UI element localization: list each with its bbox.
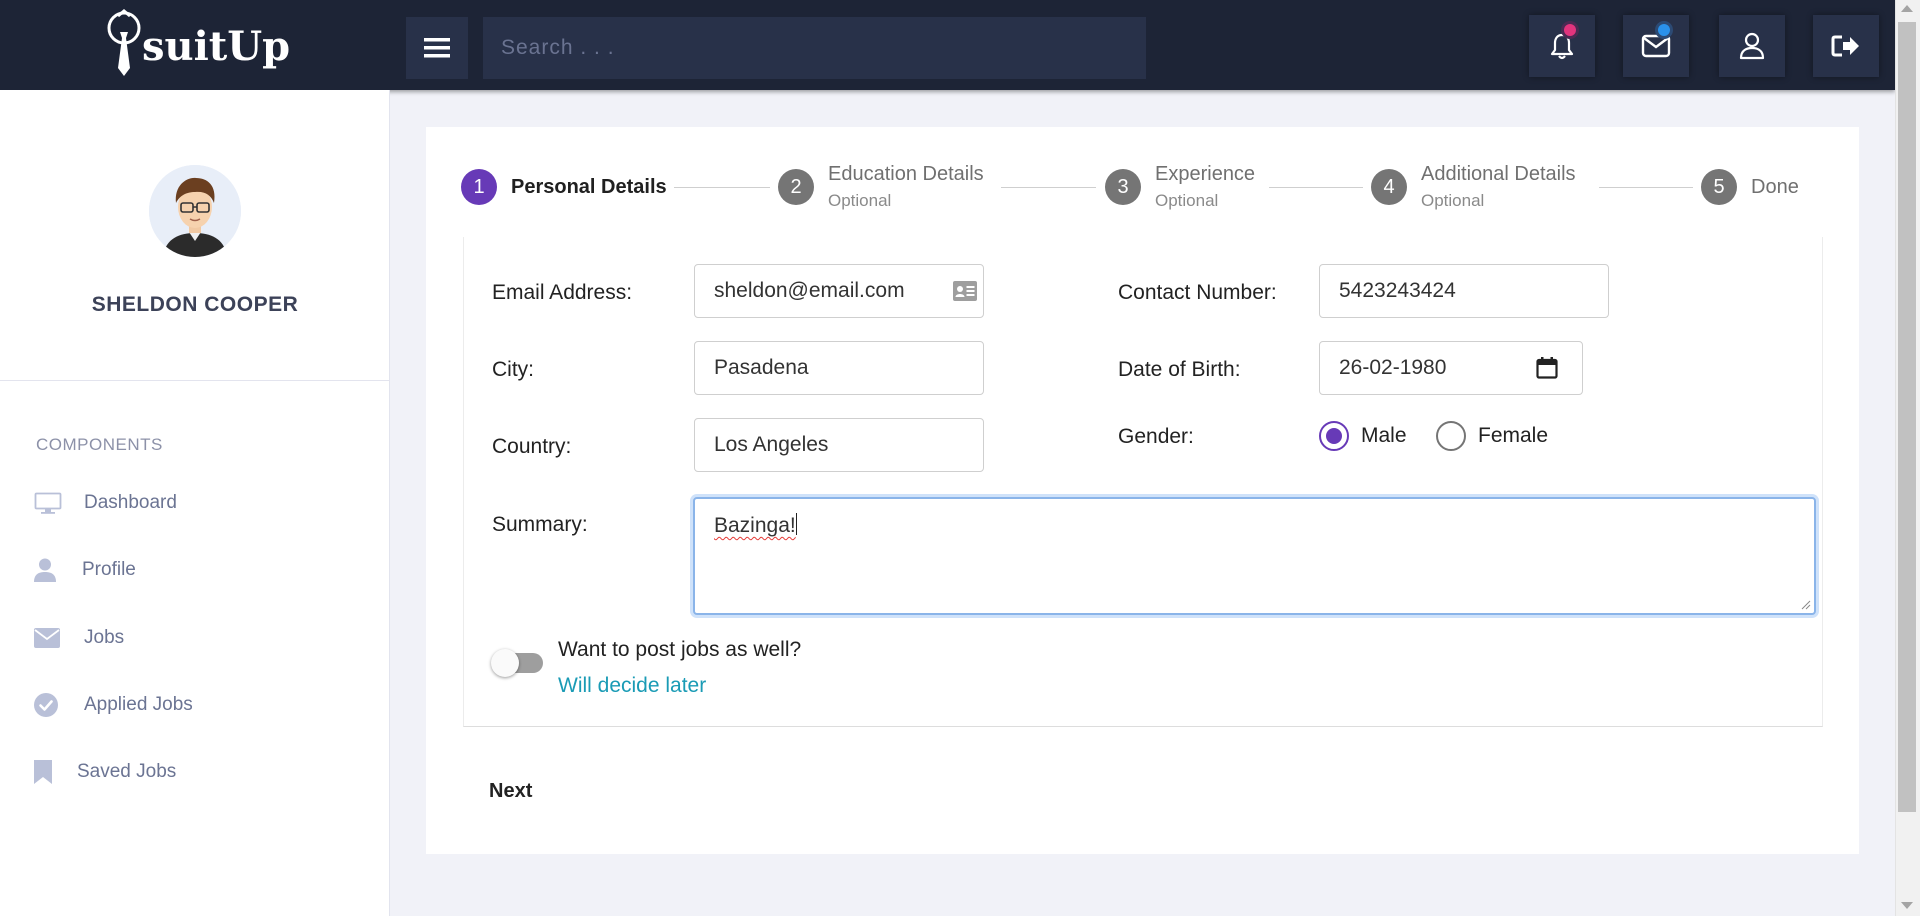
scroll-up-arrow-icon[interactable] xyxy=(1901,5,1913,12)
country-value: Los Angeles xyxy=(714,433,829,456)
avatar[interactable] xyxy=(149,165,241,257)
sidebar-item-label: Applied Jobs xyxy=(84,694,193,715)
step-label: Additional Details xyxy=(1421,163,1576,185)
gender-radio-female[interactable]: Female xyxy=(1436,421,1548,451)
sidebar-item-saved-jobs[interactable]: Saved Jobs xyxy=(34,754,176,790)
radio-unselected-icon xyxy=(1436,421,1466,451)
menu-toggle-button[interactable] xyxy=(406,17,468,79)
sidebar-item-applied-jobs[interactable]: Applied Jobs xyxy=(34,687,193,723)
step-optional-label: Optional xyxy=(1421,191,1485,210)
messages-button[interactable] xyxy=(1623,15,1689,77)
logout-icon xyxy=(1831,35,1859,57)
logout-button[interactable] xyxy=(1813,15,1879,77)
dob-value: 26-02-1980 xyxy=(1339,356,1447,379)
city-value: Pasadena xyxy=(714,356,809,379)
gender-label: Gender: xyxy=(1118,425,1194,448)
stepper: 1 Personal Details 2 Education Details O… xyxy=(461,157,1841,217)
message-dot xyxy=(1658,24,1670,36)
step-number: 5 xyxy=(1701,169,1737,205)
toggle-knob xyxy=(491,649,519,677)
date-of-birth-field[interactable]: 26-02-1980 xyxy=(1319,341,1583,395)
dob-label: Date of Birth: xyxy=(1118,358,1241,381)
search-input[interactable] xyxy=(483,17,1146,79)
contact-number-field[interactable]: 5423243424 xyxy=(1319,264,1609,318)
step-number: 4 xyxy=(1371,169,1407,205)
country-field[interactable]: Los Angeles xyxy=(694,418,984,472)
envelope-icon xyxy=(34,628,84,648)
post-jobs-toggle[interactable] xyxy=(491,645,545,677)
step-number: 2 xyxy=(778,169,814,205)
radio-selected-icon xyxy=(1319,421,1349,451)
registration-card: 1 Personal Details 2 Education Details O… xyxy=(426,127,1859,854)
menu-icon xyxy=(424,38,450,58)
top-navbar: suitUp xyxy=(0,0,1895,90)
bookmark-icon xyxy=(34,760,77,784)
step-number: 3 xyxy=(1105,169,1141,205)
step-label: Personal Details xyxy=(511,175,667,198)
sidebar: SHELDON COOPER COMPONENTS Dashboard Prof… xyxy=(0,90,390,916)
bell-icon xyxy=(1550,33,1574,60)
step-done[interactable]: 5 Done xyxy=(1701,157,1799,217)
notifications-button[interactable] xyxy=(1529,15,1595,77)
scrollbar-thumb[interactable] xyxy=(1898,22,1916,812)
user-account-button[interactable] xyxy=(1719,15,1785,77)
person-icon xyxy=(34,558,82,582)
scroll-down-arrow-icon[interactable] xyxy=(1901,902,1913,909)
summary-textarea[interactable]: Bazinga! xyxy=(693,497,1816,615)
step-education-details[interactable]: 2 Education Details Optional xyxy=(778,157,984,217)
step-optional-label: Optional xyxy=(1155,191,1219,210)
monitor-icon xyxy=(34,492,84,514)
step-label: Education Details xyxy=(828,163,984,185)
brand-logo[interactable]: suitUp xyxy=(104,8,290,80)
step-personal-details[interactable]: 1 Personal Details xyxy=(461,157,667,217)
post-jobs-state-link[interactable]: Will decide later xyxy=(558,674,706,698)
tie-logo-icon xyxy=(104,8,148,80)
step-label: Done xyxy=(1751,175,1799,198)
sidebar-item-label: Saved Jobs xyxy=(77,761,177,782)
step-optional-label: Optional xyxy=(828,191,892,210)
sidebar-item-jobs[interactable]: Jobs xyxy=(34,620,124,656)
step-connector xyxy=(1269,187,1363,188)
email-label: Email Address: xyxy=(492,281,633,304)
country-label: Country: xyxy=(492,435,572,458)
sidebar-item-profile[interactable]: Profile xyxy=(34,552,136,588)
text-cursor xyxy=(795,513,797,535)
email-field[interactable]: sheldon@email.com xyxy=(694,264,984,318)
contact-card-icon xyxy=(953,281,977,307)
sidebar-item-label: Jobs xyxy=(84,627,125,648)
summary-label: Summary: xyxy=(492,513,588,536)
envelope-icon xyxy=(1641,34,1671,58)
notification-dot xyxy=(1564,24,1576,36)
sidebar-divider xyxy=(0,380,390,381)
step-additional-details[interactable]: 4 Additional Details Optional xyxy=(1371,157,1576,217)
sidebar-section-label: COMPONENTS xyxy=(36,435,163,454)
step-connector xyxy=(674,187,770,188)
post-jobs-question: Want to post jobs as well? xyxy=(558,638,802,661)
calendar-icon[interactable] xyxy=(1536,357,1558,385)
radio-label: Male xyxy=(1361,424,1407,447)
next-button[interactable]: Next xyxy=(489,780,532,803)
gender-radio-male[interactable]: Male xyxy=(1319,421,1407,451)
sidebar-item-label: Profile xyxy=(82,559,136,580)
resize-handle-icon[interactable] xyxy=(1801,600,1811,610)
sidebar-item-label: Dashboard xyxy=(84,492,177,513)
radio-label: Female xyxy=(1478,424,1549,447)
sidebar-item-dashboard[interactable]: Dashboard xyxy=(34,485,177,521)
check-circle-icon xyxy=(34,693,84,717)
summary-value: Bazinga! xyxy=(714,514,796,537)
email-value: sheldon@email.com xyxy=(714,279,905,302)
city-label: City: xyxy=(492,358,534,381)
contact-label: Contact Number: xyxy=(1118,281,1277,304)
user-icon xyxy=(1739,32,1765,60)
user-name: SHELDON COOPER xyxy=(91,293,299,316)
step-experience[interactable]: 3 Experience Optional xyxy=(1105,157,1255,217)
brand-name: suitUp xyxy=(142,22,291,70)
contact-number-value: 5423243424 xyxy=(1339,279,1456,302)
step-connector xyxy=(1001,187,1096,188)
step-number: 1 xyxy=(461,169,497,205)
step-connector xyxy=(1599,187,1693,188)
step-label: Experience xyxy=(1155,163,1256,185)
city-field[interactable]: Pasadena xyxy=(694,341,984,395)
